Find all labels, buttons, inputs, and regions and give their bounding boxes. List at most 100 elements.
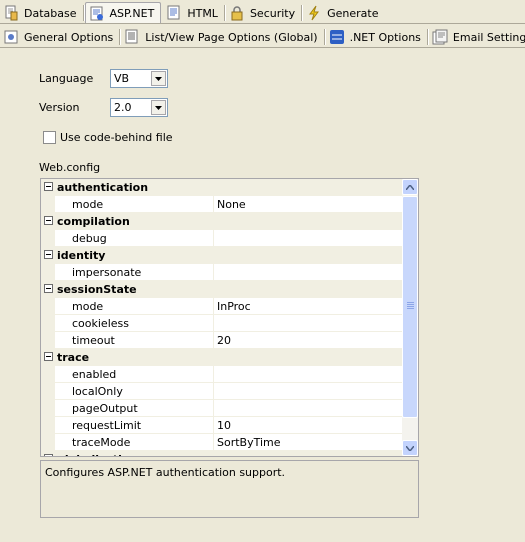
property-row[interactable]: timeout 20 bbox=[41, 332, 403, 349]
property-row[interactable]: impersonate bbox=[41, 264, 403, 281]
html-page-icon bbox=[167, 5, 180, 20]
category-name: identity bbox=[57, 249, 106, 262]
language-label: Language bbox=[39, 72, 94, 85]
chevron-up-icon bbox=[406, 184, 414, 190]
aspnet-page-icon bbox=[90, 6, 103, 20]
tab-label: List/View Page Options (Global) bbox=[145, 30, 318, 44]
category-row[interactable]: authentication bbox=[41, 179, 403, 196]
tab-label: Database bbox=[24, 6, 77, 20]
scroll-up-button[interactable] bbox=[402, 179, 418, 195]
property-rows: authentication mode None compilation debug id… bbox=[41, 179, 403, 456]
collapse-icon[interactable] bbox=[44, 454, 53, 456]
property-row[interactable]: pageOutput bbox=[41, 400, 403, 417]
property-row[interactable]: mode InProc bbox=[41, 298, 403, 315]
category-row[interactable]: sessionState bbox=[41, 281, 403, 298]
codebehind-label: Use code-behind file bbox=[60, 131, 173, 144]
tab-aspnet[interactable]: ASP.NET bbox=[84, 2, 162, 24]
tab-general-options[interactable]: General Options bbox=[0, 26, 122, 48]
property-value-cell[interactable] bbox=[213, 366, 403, 383]
tab-label: ASP.NET bbox=[109, 7, 155, 20]
tab-database[interactable]: Database bbox=[0, 2, 84, 24]
property-value-cell[interactable] bbox=[213, 383, 403, 400]
description-text: Configures ASP.NET authentication suppor… bbox=[45, 466, 286, 479]
tab-list-view-options[interactable]: List/View Page Options (Global) bbox=[121, 26, 326, 48]
category-row[interactable]: identity bbox=[41, 247, 403, 264]
codebehind-checkbox[interactable] bbox=[43, 131, 56, 144]
tab-label: General Options bbox=[24, 30, 114, 44]
language-value: VB bbox=[114, 72, 130, 85]
row-margin bbox=[41, 383, 55, 400]
collapse-icon[interactable] bbox=[44, 216, 53, 225]
category-row[interactable]: compilation bbox=[41, 213, 403, 230]
property-value-cell[interactable] bbox=[213, 230, 403, 247]
collapse-icon[interactable] bbox=[44, 284, 53, 293]
property-value-cell[interactable] bbox=[213, 400, 403, 417]
language-select[interactable]: VB bbox=[110, 69, 168, 88]
property-row[interactable]: debug bbox=[41, 230, 403, 247]
email-icon bbox=[432, 29, 448, 45]
description-panel: Configures ASP.NET authentication suppor… bbox=[40, 460, 419, 518]
tab-email-settings[interactable]: Email Settings bbox=[429, 26, 525, 48]
row-margin bbox=[41, 434, 55, 451]
tab-html[interactable]: HTML bbox=[163, 2, 226, 24]
row-margin bbox=[41, 196, 55, 213]
property-row[interactable]: localOnly bbox=[41, 383, 403, 400]
category-name: trace bbox=[57, 351, 90, 364]
aspnet-logo-icon bbox=[329, 30, 344, 44]
lock-icon bbox=[231, 6, 243, 21]
database-icon bbox=[5, 5, 18, 21]
row-margin bbox=[41, 264, 55, 281]
category-name: sessionState bbox=[57, 283, 137, 296]
vertical-scrollbar[interactable] bbox=[402, 179, 418, 456]
sub-tab-bar: General Options List/View Page Options (… bbox=[0, 26, 525, 48]
property-row[interactable]: enabled bbox=[41, 366, 403, 383]
category-row[interactable]: trace bbox=[41, 349, 403, 366]
category-name: compilation bbox=[57, 215, 130, 228]
chevron-down-icon[interactable] bbox=[151, 100, 166, 115]
row-margin bbox=[41, 332, 55, 349]
tab-label: .NET Options bbox=[349, 30, 421, 44]
row-margin bbox=[41, 298, 55, 315]
tab-divider bbox=[0, 47, 525, 48]
property-row[interactable]: requestLimit 10 bbox=[41, 417, 403, 434]
list-view-icon bbox=[125, 29, 138, 44]
version-value: 2.0 bbox=[114, 101, 132, 114]
category-name: authentication bbox=[57, 181, 149, 194]
version-label: Version bbox=[39, 101, 80, 114]
collapse-icon[interactable] bbox=[44, 182, 53, 191]
tab-generate[interactable]: Generate bbox=[303, 2, 384, 24]
property-value[interactable]: SortByTime bbox=[213, 434, 403, 451]
tab-label: Security bbox=[249, 6, 296, 20]
top-tab-bar: Database ASP.NET HTML Security Generate bbox=[0, 2, 387, 24]
row-margin bbox=[41, 366, 55, 383]
property-value[interactable]: 10 bbox=[213, 417, 403, 434]
property-value[interactable]: None bbox=[213, 196, 403, 213]
property-row[interactable]: traceMode SortByTime bbox=[41, 434, 403, 451]
chevron-down-icon[interactable] bbox=[151, 71, 166, 86]
collapse-icon[interactable] bbox=[44, 352, 53, 361]
property-value-cell[interactable] bbox=[213, 315, 403, 332]
webconfig-property-grid[interactable]: authentication mode None compilation debug id… bbox=[40, 178, 419, 457]
collapse-icon[interactable] bbox=[44, 250, 53, 259]
general-options-icon bbox=[4, 30, 18, 44]
category-row[interactable]: globalization bbox=[41, 451, 403, 456]
category-name: globalization bbox=[57, 453, 137, 456]
version-select[interactable]: 2.0 bbox=[110, 98, 168, 117]
property-value[interactable]: 20 bbox=[213, 332, 403, 349]
row-margin bbox=[41, 315, 55, 332]
property-row[interactable]: mode None bbox=[41, 196, 403, 213]
row-margin bbox=[41, 417, 55, 434]
tab-security[interactable]: Security bbox=[226, 2, 304, 24]
scroll-thumb[interactable] bbox=[402, 196, 418, 418]
lightning-icon bbox=[309, 5, 320, 21]
row-margin bbox=[41, 230, 55, 247]
property-row[interactable]: cookieless bbox=[41, 315, 403, 332]
tab-label: Email Settings bbox=[452, 30, 525, 44]
scroll-down-button[interactable] bbox=[402, 440, 418, 456]
chevron-down-icon bbox=[406, 445, 414, 451]
property-value[interactable]: InProc bbox=[213, 298, 403, 315]
tab-divider bbox=[0, 23, 525, 24]
tab-net-options[interactable]: .NET Options bbox=[326, 26, 430, 48]
property-value-cell[interactable] bbox=[213, 264, 403, 281]
webconfig-label: Web.config bbox=[39, 161, 101, 174]
